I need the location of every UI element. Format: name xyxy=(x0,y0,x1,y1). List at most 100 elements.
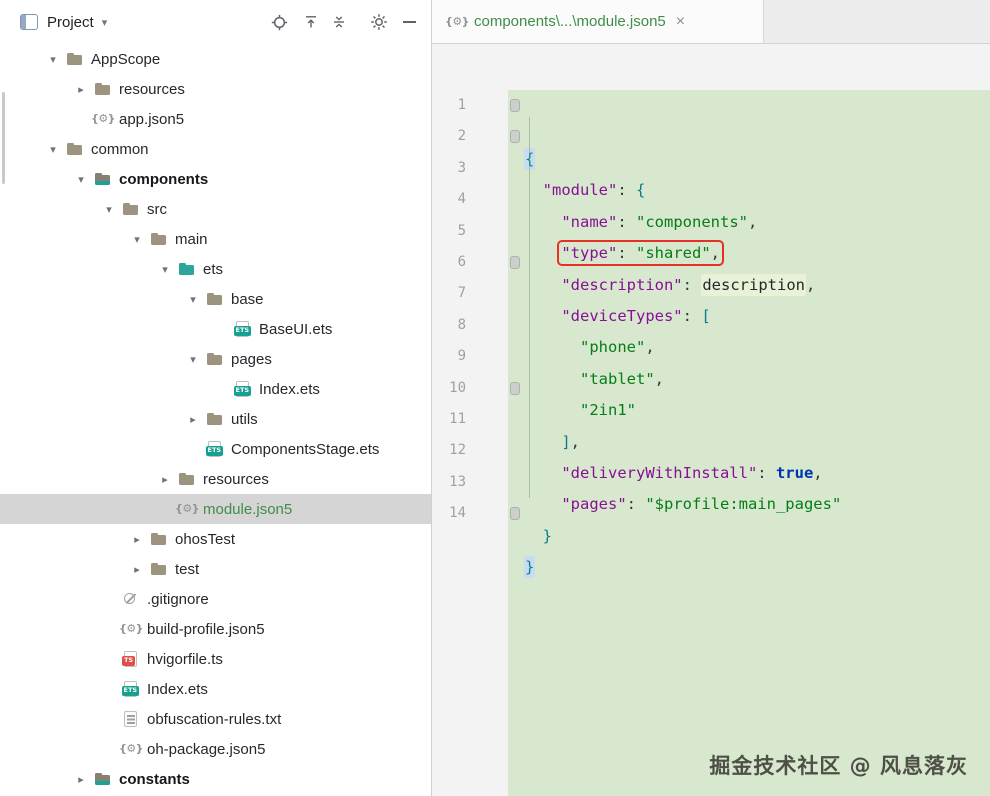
gear-icon[interactable] xyxy=(369,12,389,32)
tree-item-label: BaseUI.ets xyxy=(259,320,333,338)
code-token: : xyxy=(682,275,702,294)
code-token: , xyxy=(747,212,758,231)
text-file-icon xyxy=(122,711,140,727)
code-line: "module": { xyxy=(524,175,990,206)
tree-item-gitignore[interactable]: .gitignore xyxy=(0,584,431,614)
code-editor[interactable]: { "module": { "name": "components", "typ… xyxy=(508,90,990,796)
ets-file-icon xyxy=(234,381,252,397)
tree-item-index-ets[interactable]: Index.ets xyxy=(0,674,431,704)
tree-item-obfuscation-rules-txt[interactable]: obfuscation-rules.txt xyxy=(0,704,431,734)
line-number: 11 xyxy=(449,410,466,427)
tree-item-label: module.json5 xyxy=(203,500,293,518)
chevron-right-icon[interactable]: ▸ xyxy=(124,563,150,576)
line-number: 3 xyxy=(457,159,466,176)
code-line: "deliveryWithInstall": true, xyxy=(524,458,990,489)
code-line: "2in1" xyxy=(524,395,990,426)
tree-item-label: oh-package.json5 xyxy=(147,740,266,758)
tree-scrollbar[interactable] xyxy=(2,92,5,184)
code-token: , xyxy=(710,244,720,263)
chevron-right-icon[interactable]: ▸ xyxy=(68,83,94,96)
code-token-brace: ] xyxy=(561,432,571,451)
line-number: 1 xyxy=(457,97,466,113)
line-number: 12 xyxy=(449,442,466,459)
tree-item-build-profile-json5[interactable]: build-profile.json5 xyxy=(0,614,431,644)
tree-item-baseui-ets[interactable]: BaseUI.ets xyxy=(0,314,431,344)
code-token: , xyxy=(805,275,816,294)
tree-item-oh-package-json5[interactable]: oh-package.json5 xyxy=(0,734,431,764)
chevron-down-icon[interactable]: ▾ xyxy=(40,53,66,66)
tree-item-hvigorfile-ts[interactable]: hvigorfile.ts xyxy=(0,644,431,674)
code-token-brhl: } xyxy=(524,556,536,579)
chevron-down-icon[interactable]: ▾ xyxy=(40,143,66,156)
chevron-down-icon[interactable]: ▾ xyxy=(68,173,94,186)
tree-item-componentsstage-ets[interactable]: ComponentsStage.ets xyxy=(0,434,431,464)
json5-file-icon xyxy=(122,621,140,637)
tree-item-appscope[interactable]: ▾ AppScope xyxy=(0,44,431,74)
tree-item-ets[interactable]: ▾ ets xyxy=(0,254,431,284)
ets-file-icon xyxy=(122,681,140,697)
code-token-brace: [ xyxy=(701,306,711,325)
line-number: 9 xyxy=(457,348,466,365)
tree-item-module-json5[interactable]: module.json5 xyxy=(0,494,431,524)
tree-item-label: constants xyxy=(119,770,190,788)
tree-item-label: src xyxy=(147,200,167,218)
fold-marker-icon[interactable] xyxy=(510,99,520,112)
tree-item-utils[interactable]: ▸ utils xyxy=(0,404,431,434)
chevron-right-icon[interactable]: ▸ xyxy=(124,533,150,546)
chevron-down-icon[interactable]: ▾ xyxy=(180,293,206,306)
tree-item-app-json5[interactable]: app.json5 xyxy=(0,104,431,134)
project-panel: Project ▾ ▾ AppScope ▸ resources {⚙} app… xyxy=(0,0,431,796)
watermark: 掘金技术社区 @ 风息落灰 xyxy=(709,754,968,778)
json5-file-icon xyxy=(178,501,196,517)
editor-panel: components\...\module.json5 × 1234567891… xyxy=(431,0,990,796)
code-token: : xyxy=(682,306,702,325)
chevron-down-icon[interactable]: ▾ xyxy=(152,263,178,276)
tree-item-index-ets[interactable]: Index.ets xyxy=(0,374,431,404)
tree-item-test[interactable]: ▸ test xyxy=(0,554,431,584)
close-icon[interactable]: × xyxy=(676,13,685,31)
tree-item-label: common xyxy=(91,140,149,158)
chevron-right-icon[interactable]: ▸ xyxy=(68,773,94,786)
fold-marker-icon[interactable] xyxy=(510,256,520,269)
fold-marker-icon[interactable] xyxy=(510,507,520,521)
expand-selection-icon[interactable] xyxy=(301,12,321,32)
tree-item-ohostest[interactable]: ▸ ohosTest xyxy=(0,524,431,554)
chevron-down-icon[interactable]: ▾ xyxy=(124,233,150,246)
tree-item-src[interactable]: ▾ src xyxy=(0,194,431,224)
tree-item-common[interactable]: ▾ common xyxy=(0,134,431,164)
chevron-down-icon[interactable]: ▾ xyxy=(102,16,108,29)
locate-file-icon[interactable] xyxy=(269,12,289,32)
editor-toolbar-strip xyxy=(432,44,990,90)
code-line: ], xyxy=(524,427,990,458)
chevron-down-icon[interactable]: ▾ xyxy=(96,203,122,216)
tree-item-main[interactable]: ▾ main xyxy=(0,224,431,254)
tree-item-pages[interactable]: ▾ pages xyxy=(0,344,431,374)
code-token: , xyxy=(645,338,655,357)
chevron-right-icon[interactable]: ▸ xyxy=(180,413,206,426)
gitignore-icon xyxy=(122,591,140,607)
panel-title[interactable]: Project xyxy=(47,14,94,31)
tree-item-resources[interactable]: ▸ resources xyxy=(0,464,431,494)
hide-panel-icon[interactable] xyxy=(399,12,419,32)
collapse-all-icon[interactable] xyxy=(329,12,349,32)
chevron-down-icon[interactable]: ▾ xyxy=(180,353,206,366)
fold-marker-icon[interactable] xyxy=(510,130,520,144)
tree-item-constants[interactable]: ▸ constants xyxy=(0,764,431,794)
fold-marker-icon[interactable] xyxy=(510,381,520,395)
tree-item-base[interactable]: ▾ base xyxy=(0,284,431,314)
code-token-key: "description" xyxy=(561,275,683,294)
tree-item-label: .gitignore xyxy=(147,590,209,608)
tree-item-resources[interactable]: ▸ resources xyxy=(0,74,431,104)
code-token-str: "phone" xyxy=(580,338,646,357)
tab-module-json5[interactable]: components\...\module.json5 × xyxy=(432,0,764,43)
code-token-brace: { xyxy=(636,181,646,200)
code-area: 1 2 3 4 5 6 7 8 9 10 11 12 13 14 { "module": { "name"… xyxy=(432,90,990,796)
code-token: : xyxy=(617,212,636,231)
code-line: "tablet", xyxy=(524,364,990,395)
folder-icon xyxy=(150,561,168,577)
chevron-right-icon[interactable]: ▸ xyxy=(152,473,178,486)
tree-item-components[interactable]: ▾ components xyxy=(0,164,431,194)
tree-item-label: test xyxy=(175,560,200,578)
code-token-key: "deviceTypes" xyxy=(561,306,683,325)
